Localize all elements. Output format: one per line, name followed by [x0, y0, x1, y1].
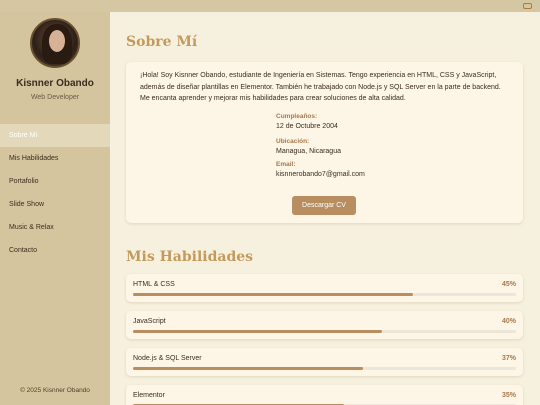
skill-card: Elementor 35%	[126, 385, 523, 405]
skill-name: Elementor	[133, 392, 165, 399]
skill-progress-fill	[133, 367, 363, 370]
sidebar-footer: © 2025 Kisnner Obando	[20, 387, 90, 394]
email-value[interactable]: kisnnerobando7@gmail.com	[276, 171, 365, 178]
about-card: ¡Hola! Soy Kisnner Obando, estudiante de…	[126, 62, 523, 223]
skill-progress-track	[133, 367, 516, 370]
sidebar-item-contacto[interactable]: Contacto	[0, 239, 110, 262]
email-label: Email:	[276, 161, 296, 168]
birthday-label: Cumpleaños:	[276, 113, 318, 120]
location-label: Ubicación:	[276, 138, 310, 145]
sidebar-item-music-relax[interactable]: Music & Relax	[0, 216, 110, 239]
window-titlebar	[0, 0, 540, 12]
skill-percent: 40%	[501, 318, 516, 325]
skill-progress-track	[133, 293, 516, 296]
profile-name: Kisnner Obando	[16, 78, 94, 89]
sidebar: Kisnner Obando Web Developer Sobre Mí Mi…	[0, 12, 110, 405]
skills-title: Mis Habilidades	[126, 249, 254, 265]
sidebar-item-mis-habilidades[interactable]: Mis Habilidades	[0, 147, 110, 170]
skill-name: Node.js & SQL Server	[133, 355, 202, 362]
about-title: Sobre Mí	[126, 34, 198, 50]
main-content: Sobre Mí ¡Hola! Soy Kisnner Obando, estu…	[110, 12, 540, 405]
skill-name: JavaScript	[133, 318, 166, 325]
avatar	[30, 18, 80, 68]
birthday-info: Cumpleaños: 12 de Octubre 2004	[276, 113, 338, 130]
avatar-face	[49, 30, 65, 52]
email-info: Email: kisnnerobando7@gmail.com	[276, 161, 365, 178]
skill-progress-fill	[133, 330, 382, 333]
window-restore-icon[interactable]	[523, 3, 532, 9]
skill-progress-fill	[133, 293, 413, 296]
about-text: ¡Hola! Soy Kisnner Obando, estudiante de…	[140, 72, 501, 102]
skill-progress-track	[133, 330, 516, 333]
sidebar-item-portafolio[interactable]: Portafolio	[0, 170, 110, 193]
sidebar-item-slide-show[interactable]: Slide Show	[0, 193, 110, 216]
sidebar-nav: Sobre Mí Mis Habilidades Portafolio Slid…	[0, 124, 110, 262]
skill-name: HTML & CSS	[133, 281, 175, 288]
location-info: Ubicación: Managua, Nicaragua	[276, 138, 341, 155]
skill-card: Node.js & SQL Server 37%	[126, 348, 523, 376]
location-value: Managua, Nicaragua	[276, 148, 341, 155]
download-cv-button[interactable]: Descargar CV	[292, 196, 356, 215]
profile-role: Web Developer	[30, 94, 80, 101]
skill-card: HTML & CSS 45%	[126, 274, 523, 302]
skill-card: JavaScript 40%	[126, 311, 523, 339]
birthday-value: 12 de Octubre 2004	[276, 123, 338, 130]
skill-percent: 45%	[501, 281, 516, 288]
skill-percent: 35%	[501, 392, 516, 399]
skill-percent: 37%	[501, 355, 516, 362]
sidebar-item-sobre-mi[interactable]: Sobre Mí	[0, 124, 110, 147]
